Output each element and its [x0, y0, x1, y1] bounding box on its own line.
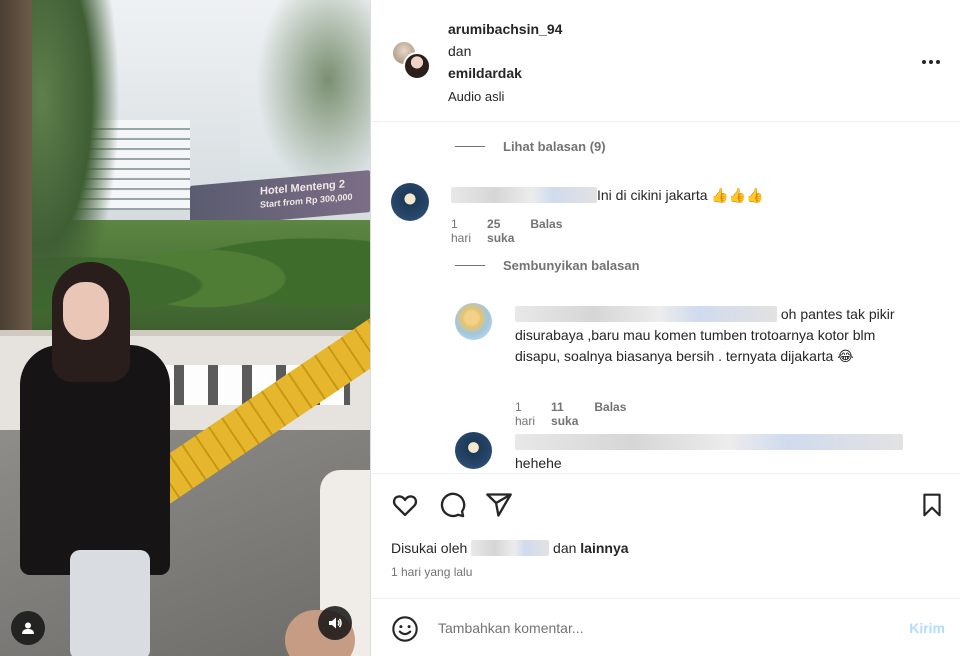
author-joiner: dan — [448, 43, 472, 59]
reply-time: 1 hari — [515, 400, 536, 428]
hide-replies-button[interactable]: Sembunyikan balasan — [455, 258, 640, 273]
reply-button[interactable]: Balas — [594, 400, 626, 428]
comment-text: Ini di cikini jakarta 👍👍👍 — [451, 185, 921, 206]
coauthor-username[interactable]: emildardak — [448, 62, 562, 84]
speaker-icon — [329, 617, 342, 629]
audio-label[interactable]: Audio asli — [448, 86, 562, 108]
post-header: arumibachsin_94 dan emildardak Audio asl… — [371, 0, 960, 122]
post-actions: Disukai oleh dan lainnya 1 hari yang lal… — [371, 473, 960, 656]
reply-meta: 1 hari 11 suka Balas — [515, 400, 626, 428]
liked-by-mid: dan — [553, 540, 577, 556]
liked-by-others[interactable]: lainnya — [580, 540, 628, 556]
more-options-button[interactable] — [921, 48, 941, 71]
collab-avatars[interactable] — [391, 40, 431, 80]
comment-body: Ini di cikini jakarta 👍👍👍 — [597, 187, 764, 203]
post-panel: arumibachsin_94 dan emildardak Audio asl… — [370, 0, 960, 656]
view-replies-button[interactable]: Lihat balasan (9) — [455, 139, 606, 154]
redacted-username — [451, 187, 597, 203]
comment-time: 1 hari — [451, 217, 472, 245]
comment-input[interactable]: Tambahkan komentar... — [438, 620, 584, 636]
tree-trunk — [0, 0, 32, 330]
liked-by-text[interactable]: Disukai oleh dan lainnya — [391, 540, 629, 556]
share-icon[interactable] — [485, 491, 513, 519]
redacted-text — [515, 434, 903, 450]
woman-legs — [70, 550, 150, 656]
divider — [455, 265, 485, 266]
comment-meta: 1 hari 25 suka Balas — [451, 217, 562, 245]
user-icon — [22, 622, 34, 634]
post-time[interactable]: 1 hari yang lalu — [391, 565, 472, 579]
avatar[interactable] — [455, 432, 492, 469]
avatar[interactable] — [391, 183, 429, 221]
liked-by-prefix: Disukai oleh — [391, 540, 468, 556]
reply-likes[interactable]: 11 suka — [551, 400, 578, 428]
like-icon[interactable] — [391, 491, 419, 519]
comments-list[interactable]: Lihat balasan (9) Ini di cikini jakarta … — [371, 123, 960, 473]
comment-likes[interactable]: 25 suka — [487, 217, 514, 245]
reply-body: hehehe — [515, 455, 562, 471]
reply-text: oh pantes tak pikir disurabaya ,baru mau… — [515, 304, 915, 367]
reply-body-start: oh pantes tak — [780, 306, 865, 322]
emoji-icon[interactable] — [391, 615, 419, 643]
reply-text: hehehe — [515, 432, 915, 473]
avatar[interactable] — [455, 303, 492, 340]
woman-face — [63, 282, 109, 340]
view-replies-label: Lihat balasan (9) — [503, 139, 606, 154]
redacted-username — [515, 306, 777, 322]
reply-button[interactable]: Balas — [530, 217, 562, 245]
send-button[interactable]: Kirim — [909, 620, 945, 636]
post-viewer: Hotel Menteng 2 Start from Rp 300,000 ar… — [0, 0, 960, 656]
post-video[interactable]: Hotel Menteng 2 Start from Rp 300,000 — [0, 0, 370, 656]
tagged-users-button[interactable] — [11, 611, 45, 645]
tree — [250, 0, 370, 200]
author-username[interactable]: arumibachsin_94 — [448, 18, 562, 40]
divider — [455, 146, 485, 147]
comment-composer: Tambahkan komentar... Kirim — [371, 598, 960, 656]
redacted-username — [471, 540, 550, 556]
audio-toggle-button[interactable] — [318, 606, 352, 640]
author-info: arumibachsin_94 dan emildardak Audio asl… — [448, 18, 562, 108]
hide-replies-label: Sembunyikan balasan — [503, 258, 640, 273]
avatar — [403, 52, 431, 80]
comment-icon[interactable] — [438, 491, 466, 519]
bookmark-icon[interactable] — [919, 491, 945, 519]
more-options-icon — [922, 60, 940, 64]
